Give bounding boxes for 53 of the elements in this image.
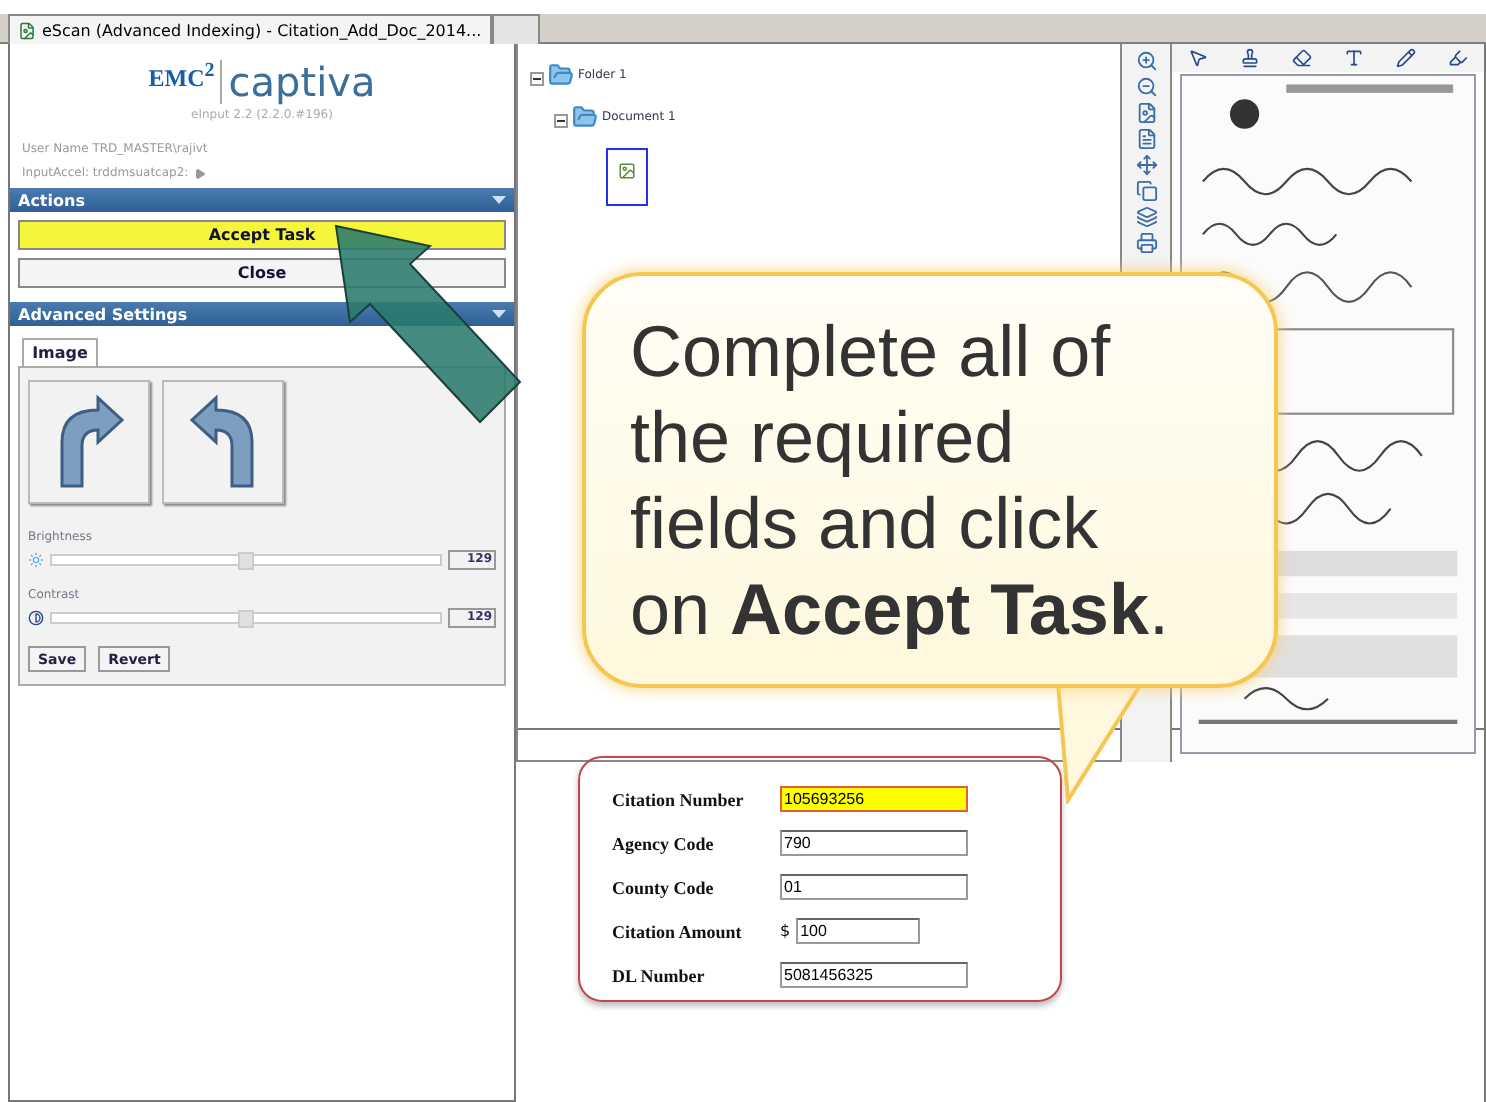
input-field[interactable]: 5081456325	[780, 962, 968, 988]
caret-icon	[492, 196, 506, 204]
image-file-icon[interactable]	[1135, 102, 1157, 124]
folder-icon	[548, 62, 574, 88]
rotate-right-button[interactable]	[28, 380, 150, 504]
pencil-icon[interactable]	[1396, 48, 1416, 68]
caret-icon	[492, 310, 506, 318]
window-title: eScan (Advanced Indexing) - Citation_Add_Doc_2014...	[42, 21, 482, 39]
highlighter-icon[interactable]	[1448, 48, 1468, 68]
field-label: County Code	[612, 877, 716, 897]
printer-icon[interactable]	[1135, 232, 1157, 254]
layers-icon[interactable]	[1135, 206, 1157, 228]
collapse-icon[interactable]	[530, 72, 544, 86]
contrast-icon	[28, 610, 44, 626]
field-label: Citation Number	[612, 789, 746, 809]
text-tool-icon[interactable]	[1344, 48, 1364, 68]
field-label: DL Number	[612, 965, 707, 985]
window-tab[interactable]: eScan (Advanced Indexing) - Citation_Add_Doc_2014...	[8, 14, 492, 44]
slider-track[interactable]	[50, 612, 442, 624]
app-icon	[18, 21, 36, 39]
input-field[interactable]: 790	[780, 830, 968, 856]
brand-logo: EMC$^{2}$	[148, 60, 215, 94]
move-icon[interactable]	[1135, 154, 1157, 176]
section-title: Actions	[18, 191, 85, 209]
rotate-left-button[interactable]	[162, 380, 284, 504]
image-tab[interactable]: Image	[22, 338, 98, 366]
zoom-out-icon[interactable]	[1135, 76, 1157, 98]
input-field[interactable]: 01	[780, 874, 968, 900]
zoom-in-icon[interactable]	[1135, 50, 1157, 72]
collapse-icon[interactable]	[554, 114, 568, 128]
callout-text: Complete all of the required fields and click on Accept Task.	[582, 272, 1278, 688]
pointer-icon[interactable]	[1188, 48, 1208, 68]
section-title: Advanced Settings	[18, 305, 188, 323]
input-field[interactable]: 105693256	[780, 786, 968, 812]
image-icon	[618, 162, 636, 180]
play-icon[interactable]	[194, 167, 207, 179]
input-field[interactable]: 100	[796, 918, 921, 944]
folder-icon	[572, 104, 598, 130]
stamp-icon[interactable]	[1240, 48, 1260, 68]
product-logo: captiva	[220, 60, 376, 104]
slider-thumb[interactable]	[238, 552, 254, 570]
section-header[interactable]: Actions	[10, 188, 514, 212]
field-label: Citation Amount	[612, 921, 744, 941]
primary-button[interactable]: Accept Task	[18, 220, 506, 250]
sun-icon	[28, 552, 44, 568]
page-thumbnail[interactable]	[606, 148, 648, 206]
slider-thumb[interactable]	[238, 610, 254, 628]
field-label: Agency Code	[612, 833, 716, 853]
currency-symbol: $	[780, 922, 791, 940]
eraser-icon[interactable]	[1292, 48, 1312, 68]
slider-track[interactable]	[50, 554, 442, 566]
document-icon[interactable]	[1135, 128, 1157, 150]
copy-icon[interactable]	[1135, 180, 1157, 202]
